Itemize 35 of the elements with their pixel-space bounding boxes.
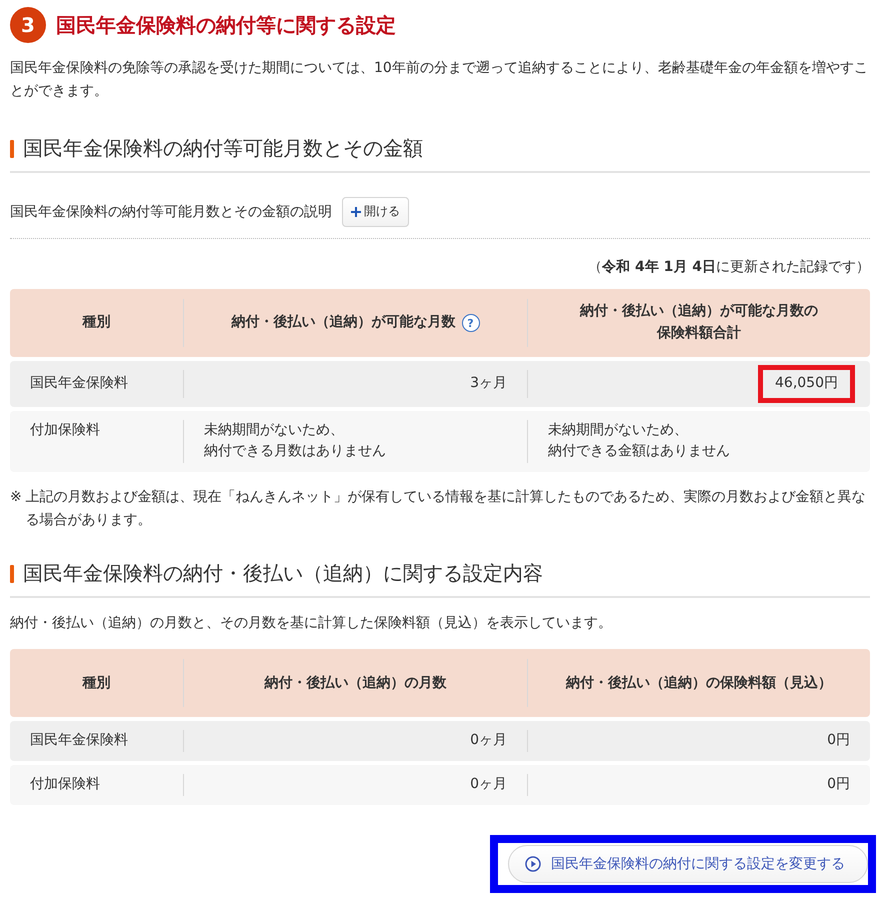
table-cell-text: 0ヶ月 bbox=[470, 731, 507, 750]
note-mark: ※ bbox=[10, 488, 22, 508]
table-cell-text: 未納期間がないため、 bbox=[204, 420, 345, 440]
change-settings-button[interactable]: 国民年金保険料の納付に関する設定を変更する bbox=[508, 844, 868, 883]
description-text: 納付・後払い（追納）の月数と、その月数を基に計算した保険料額（見込）を表示しています。 bbox=[10, 615, 612, 632]
column-header: 種別 bbox=[82, 674, 110, 693]
subsection-heading: 国民年金保険料の納付・後払い（追納）に関する設定内容 bbox=[23, 560, 543, 588]
intro-text: 国民年金保険料の免除等の承認を受けた期間については、10年前の分まで遡って追納することにより、老齢基礎年金の年金額を増やすことができます。 bbox=[10, 60, 868, 100]
table-cell-text: 0円 bbox=[827, 731, 850, 750]
table-cell-text: 国民年金保険料 bbox=[30, 731, 128, 750]
table-cell-text: 納付できる月数はありません bbox=[204, 442, 386, 462]
play-icon bbox=[525, 856, 541, 872]
table-cell-text: 付加保険料 bbox=[30, 775, 100, 794]
table-cell-text: 3ヶ月 bbox=[470, 374, 507, 394]
table-cell-text: 0ヶ月 bbox=[470, 775, 507, 794]
table-cell-text: 0円 bbox=[827, 775, 850, 794]
section-title: 国民年金保険料の納付等に関する設定 bbox=[56, 12, 396, 38]
table-cell-text: 国民年金保険料 bbox=[30, 374, 128, 394]
column-header: 納付・後払い（追納）が可能な月数 bbox=[232, 313, 456, 332]
table-cell-text: 付加保険料 bbox=[30, 420, 100, 440]
subsection-heading: 国民年金保険料の納付等可能月数とその金額 bbox=[23, 135, 423, 162]
help-icon[interactable]: ? bbox=[462, 314, 480, 332]
column-header: 納付・後払い（追納）の月数 bbox=[264, 674, 446, 693]
table-cell-text: 納付できる金額はありません bbox=[548, 442, 730, 462]
step-number-badge: 3 bbox=[10, 7, 46, 43]
plus-icon bbox=[351, 207, 361, 218]
update-note: （令和 4年 1月 4日に更新された記録です） bbox=[588, 258, 870, 275]
explanation-label: 国民年金保険料の納付等可能月数とその金額の説明 bbox=[10, 202, 332, 222]
column-header: 種別 bbox=[82, 313, 110, 332]
footnote-text: 上記の月数および金額は、現在「ねんきんネット」が保有している情報を基に計算したものであるため、実際の月数および金額と異なる場合があります。 bbox=[26, 488, 867, 530]
column-header: 納付・後払い（追納）の保険料額（見込） bbox=[566, 674, 832, 693]
open-button[interactable]: 開ける bbox=[342, 197, 409, 227]
column-header: 納付・後払い（追納）が可能な月数の bbox=[580, 302, 818, 322]
table-cell-text: 未納期間がないため、 bbox=[548, 420, 689, 440]
column-header: 保険料額合計 bbox=[656, 324, 742, 344]
